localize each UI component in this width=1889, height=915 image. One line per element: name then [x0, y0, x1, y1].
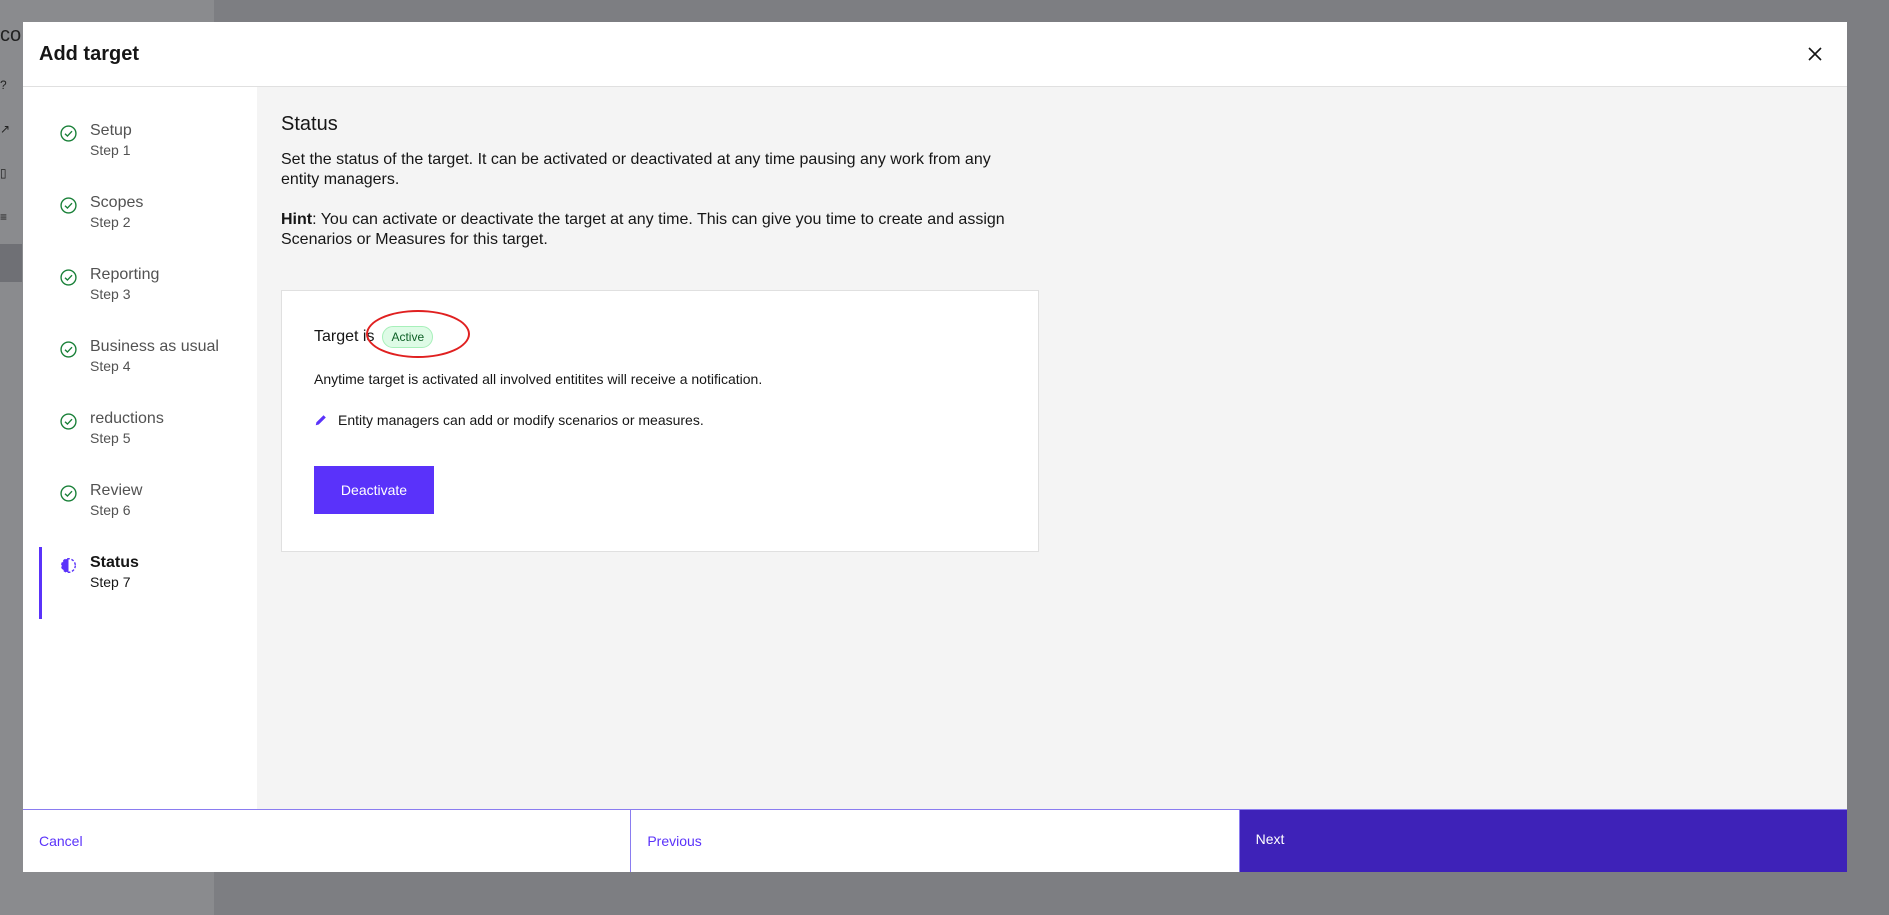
checkmark-outline-icon — [60, 413, 77, 430]
step-number: Step 6 — [90, 502, 131, 518]
step-label: Reporting — [90, 266, 160, 283]
activation-notice: Anytime target is activated all involved… — [314, 371, 763, 387]
step-number: Step 2 — [90, 214, 131, 230]
permission-line: Entity managers can add or modify scenar… — [314, 412, 1006, 428]
checkmark-outline-icon — [60, 269, 77, 286]
status-badge: Active — [382, 326, 434, 348]
modal-title: Add target — [39, 42, 139, 65]
background-icon: ? — [0, 78, 7, 92]
hint-label: Hint — [281, 211, 313, 228]
status-prefix: Target is — [314, 328, 375, 345]
background-highlight — [0, 244, 22, 282]
permission-text: Entity managers can add or modify scenar… — [338, 412, 704, 428]
step-label: Scopes — [90, 194, 144, 211]
incomplete-icon — [61, 558, 76, 573]
step-number: Step 7 — [90, 574, 131, 590]
step-label: reductions — [90, 410, 164, 427]
step-status[interactable]: Status Step 7 — [23, 547, 257, 619]
previous-button[interactable]: Previous — [631, 810, 1240, 872]
modal-footer: Cancel Previous Next — [23, 809, 1847, 872]
deactivate-button[interactable]: Deactivate — [314, 466, 434, 514]
close-icon — [1808, 47, 1822, 61]
checkmark-outline-icon — [60, 197, 77, 214]
status-line: Target is Active — [314, 323, 1006, 351]
status-card: Target is Active Anytime target is activ… — [281, 290, 1039, 552]
step-number: Step 1 — [90, 142, 131, 158]
step-business-as-usual[interactable]: Business as usual Step 4 — [23, 331, 257, 403]
progress-steps: Setup Step 1 Scopes Step 2 Reporting Ste… — [23, 87, 257, 809]
background-icon: ▯ — [0, 166, 7, 180]
step-label: Setup — [90, 122, 132, 139]
checkmark-outline-icon — [60, 125, 77, 142]
modal-body: Setup Step 1 Scopes Step 2 Reporting Ste… — [23, 87, 1847, 809]
step-review[interactable]: Review Step 6 — [23, 475, 257, 547]
checkmark-outline-icon — [60, 341, 77, 358]
next-button[interactable]: Next — [1239, 810, 1847, 872]
close-button[interactable] — [1799, 38, 1831, 70]
step-number: Step 4 — [90, 358, 131, 374]
step-reporting[interactable]: Reporting Step 3 — [23, 259, 257, 331]
edit-icon — [315, 415, 326, 426]
step-setup[interactable]: Setup Step 1 — [23, 115, 257, 187]
step-number: Step 5 — [90, 430, 131, 446]
main-content: Status Set the status of the target. It … — [257, 87, 1847, 809]
step-scopes[interactable]: Scopes Step 2 — [23, 187, 257, 259]
background-icon: ≡ — [0, 210, 8, 224]
background-icon: ↗ — [0, 122, 11, 136]
step-label: Review — [90, 482, 143, 499]
modal-header: Add target — [23, 22, 1847, 87]
add-target-modal: Add target Setup Step 1 Scopes Step 2 Re… — [23, 22, 1847, 872]
step-label: Status — [90, 554, 139, 571]
hint-text: Hint: You can activate or deactivate the… — [281, 210, 1021, 250]
checkmark-outline-icon — [60, 485, 77, 502]
section-title: Status — [281, 113, 338, 135]
background-text: co — [0, 24, 22, 46]
cancel-button[interactable]: Cancel — [23, 810, 632, 872]
step-number: Step 3 — [90, 286, 131, 302]
status-description: Set the status of the target. It can be … — [281, 151, 991, 188]
hint-body: : You can activate or deactivate the tar… — [281, 211, 1005, 248]
step-reductions[interactable]: reductions Step 5 — [23, 403, 257, 475]
step-label: Business as usual — [90, 338, 219, 355]
